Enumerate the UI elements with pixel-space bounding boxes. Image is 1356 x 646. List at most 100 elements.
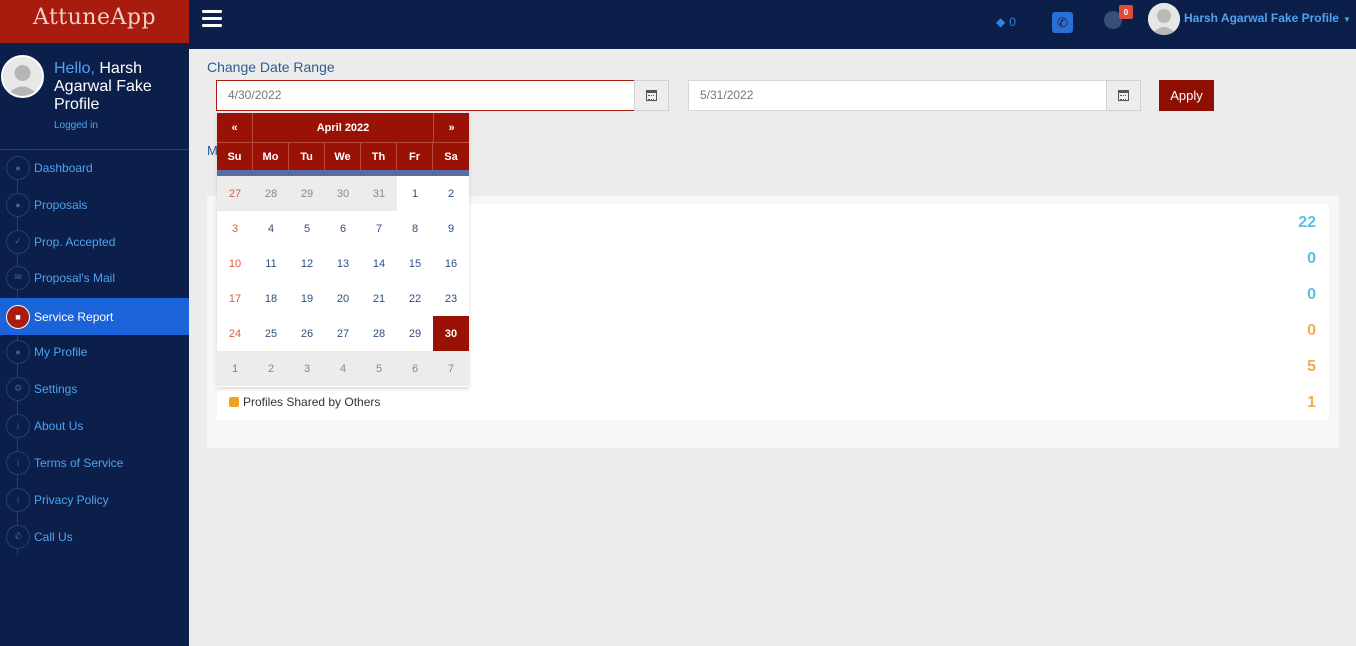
datepicker-day[interactable]: 10	[217, 246, 253, 281]
datepicker-day[interactable]: 9	[433, 211, 469, 246]
datepicker-month-title[interactable]: April 2022	[253, 113, 433, 142]
datepicker-day[interactable]: 20	[325, 281, 361, 316]
datepicker-day[interactable]: 6	[397, 351, 433, 386]
datepicker-day[interactable]: 6	[325, 211, 361, 246]
sidebar: Hello, Harsh Agarwal Fake Profile Logged…	[0, 43, 189, 646]
datepicker-day[interactable]: 8	[397, 211, 433, 246]
diamond-icon: ◆	[996, 14, 1006, 29]
sidebar-avatar	[1, 55, 44, 98]
calendar-icon	[1118, 90, 1129, 101]
datepicker-week-row: 27 28 29 30 31 1 2	[217, 176, 469, 211]
page-title: Change Date Range	[207, 59, 335, 75]
datepicker-day[interactable]: 4	[253, 211, 289, 246]
datepicker-day[interactable]: 27	[217, 176, 253, 211]
count-value: 22	[1298, 214, 1316, 231]
sidebar-item-label: Service Report	[34, 309, 114, 324]
prev-month-button[interactable]: «	[217, 113, 253, 142]
datepicker-day[interactable]: 16	[433, 246, 469, 281]
datepicker-day[interactable]: 14	[361, 246, 397, 281]
datepicker-week-row: 1234567	[217, 351, 469, 386]
datepicker-day[interactable]: 1	[217, 351, 253, 386]
start-date-input[interactable]: 4/30/2022	[216, 80, 635, 111]
datepicker-day[interactable]: 29	[397, 316, 433, 351]
sidebar-item-label: Privacy Policy	[34, 492, 109, 507]
datepicker-day[interactable]: 27	[325, 316, 361, 351]
avatar[interactable]	[1148, 3, 1180, 35]
sidebar-item-label: About Us	[34, 418, 84, 433]
next-month-button[interactable]: »	[433, 113, 469, 142]
count-value: 0	[1307, 286, 1316, 303]
sidebar-item-call-us[interactable]: ✆ Call Us	[0, 518, 189, 555]
datepicker-day[interactable]: 3	[289, 351, 325, 386]
app-logo[interactable]: AttuneApp	[0, 0, 189, 43]
user-icon: ●	[6, 339, 30, 364]
datepicker-day[interactable]: 4	[325, 351, 361, 386]
datepicker-header: « April 2022 »	[217, 113, 469, 142]
datepicker-day[interactable]: 28	[361, 316, 397, 351]
sidebar-item-my-profile[interactable]: ● My Profile	[0, 333, 189, 370]
list-item-profiles-shared[interactable]: Profiles Shared by Others	[229, 395, 380, 409]
document-icon: ■	[6, 304, 30, 329]
datepicker-day[interactable]: 18	[253, 281, 289, 316]
count-value: 1	[1307, 394, 1316, 411]
gem-counter[interactable]: ◆ 0	[996, 0, 1016, 43]
sidebar-item-prop-accepted[interactable]: ✓ Prop. Accepted	[0, 223, 189, 260]
datepicker-day[interactable]: 11	[253, 246, 289, 281]
sidebar-item-label: My Profile	[34, 344, 88, 359]
sidebar-item-dashboard[interactable]: ● Dashboard	[0, 149, 189, 186]
datepicker-day[interactable]: 25	[253, 316, 289, 351]
apply-button[interactable]: Apply	[1159, 80, 1214, 111]
end-date-input[interactable]: 5/31/2022	[688, 80, 1107, 111]
menu-toggle-icon[interactable]	[202, 10, 222, 28]
datepicker-day[interactable]: 22	[397, 281, 433, 316]
datepicker-day[interactable]: 15	[397, 246, 433, 281]
user-menu[interactable]: Harsh Agarwal Fake Profile ▼	[1184, 11, 1351, 25]
datepicker-day[interactable]: 29	[289, 176, 325, 211]
datepicker-day[interactable]: 30	[325, 176, 361, 211]
datepicker-day[interactable]: 17	[217, 281, 253, 316]
phone-icon: ✆	[6, 524, 30, 549]
weekday-label: Su	[217, 143, 253, 171]
greeting-hello: Hello,	[54, 60, 95, 77]
datepicker-day[interactable]: 31	[361, 176, 397, 211]
datepicker-day[interactable]: 5	[289, 211, 325, 246]
datepicker-day[interactable]: 30	[433, 316, 469, 351]
sidebar-item-settings[interactable]: ⚙ Settings	[0, 370, 189, 407]
info-icon: i	[6, 450, 30, 475]
greeting: Hello, Harsh Agarwal Fake Profile	[54, 60, 184, 114]
sidebar-item-service-report[interactable]: ■ Service Report	[0, 298, 189, 335]
weekday-label: Sa	[444, 151, 458, 163]
end-date-calendar-button[interactable]	[1106, 80, 1141, 111]
sidebar-item-label: Prop. Accepted	[34, 234, 116, 249]
info-icon: i	[6, 413, 30, 438]
datepicker-day[interactable]: 12	[289, 246, 325, 281]
datepicker-day[interactable]: 2	[253, 351, 289, 386]
datepicker-day[interactable]: 26	[289, 316, 325, 351]
sidebar-item-about-us[interactable]: i About Us	[0, 407, 189, 444]
datepicker-day[interactable]: 21	[361, 281, 397, 316]
caret-down-icon: ▼	[1342, 15, 1351, 24]
phone-icon[interactable]: ✆	[1052, 12, 1073, 33]
sidebar-item-proposals[interactable]: ● Proposals	[0, 186, 189, 223]
datepicker-day[interactable]: 13	[325, 246, 361, 281]
sidebar-item-label: Proposals	[34, 197, 88, 212]
list-item-label: Profiles Shared by Others	[243, 395, 381, 409]
datepicker-day[interactable]: 7	[433, 351, 469, 386]
datepicker-week-row: 10 11 12 13 14 15 16	[217, 246, 469, 281]
gear-icon: ⚙	[6, 376, 30, 401]
datepicker-day[interactable]: 28	[253, 176, 289, 211]
datepicker-day[interactable]: 3	[217, 211, 253, 246]
start-date-calendar-button[interactable]	[634, 80, 669, 111]
datepicker-day[interactable]: 5	[361, 351, 397, 386]
datepicker-day[interactable]: 7	[361, 211, 397, 246]
datepicker-day[interactable]: 24	[217, 316, 253, 351]
datepicker-day[interactable]: 2	[433, 176, 469, 211]
sidebar-item-terms[interactable]: i Terms of Service	[0, 444, 189, 481]
gem-count: 0	[1009, 14, 1016, 29]
datepicker-day[interactable]: 1	[397, 176, 433, 211]
datepicker-day[interactable]: 23	[433, 281, 469, 316]
datepicker-day[interactable]: 19	[289, 281, 325, 316]
sidebar-item-proposals-mail[interactable]: ✉ Proposal's Mail	[0, 259, 189, 296]
sidebar-item-privacy[interactable]: i Privacy Policy	[0, 481, 189, 518]
datepicker-weekdays: Su Mo Tu We Th Fr Sa	[217, 142, 469, 171]
